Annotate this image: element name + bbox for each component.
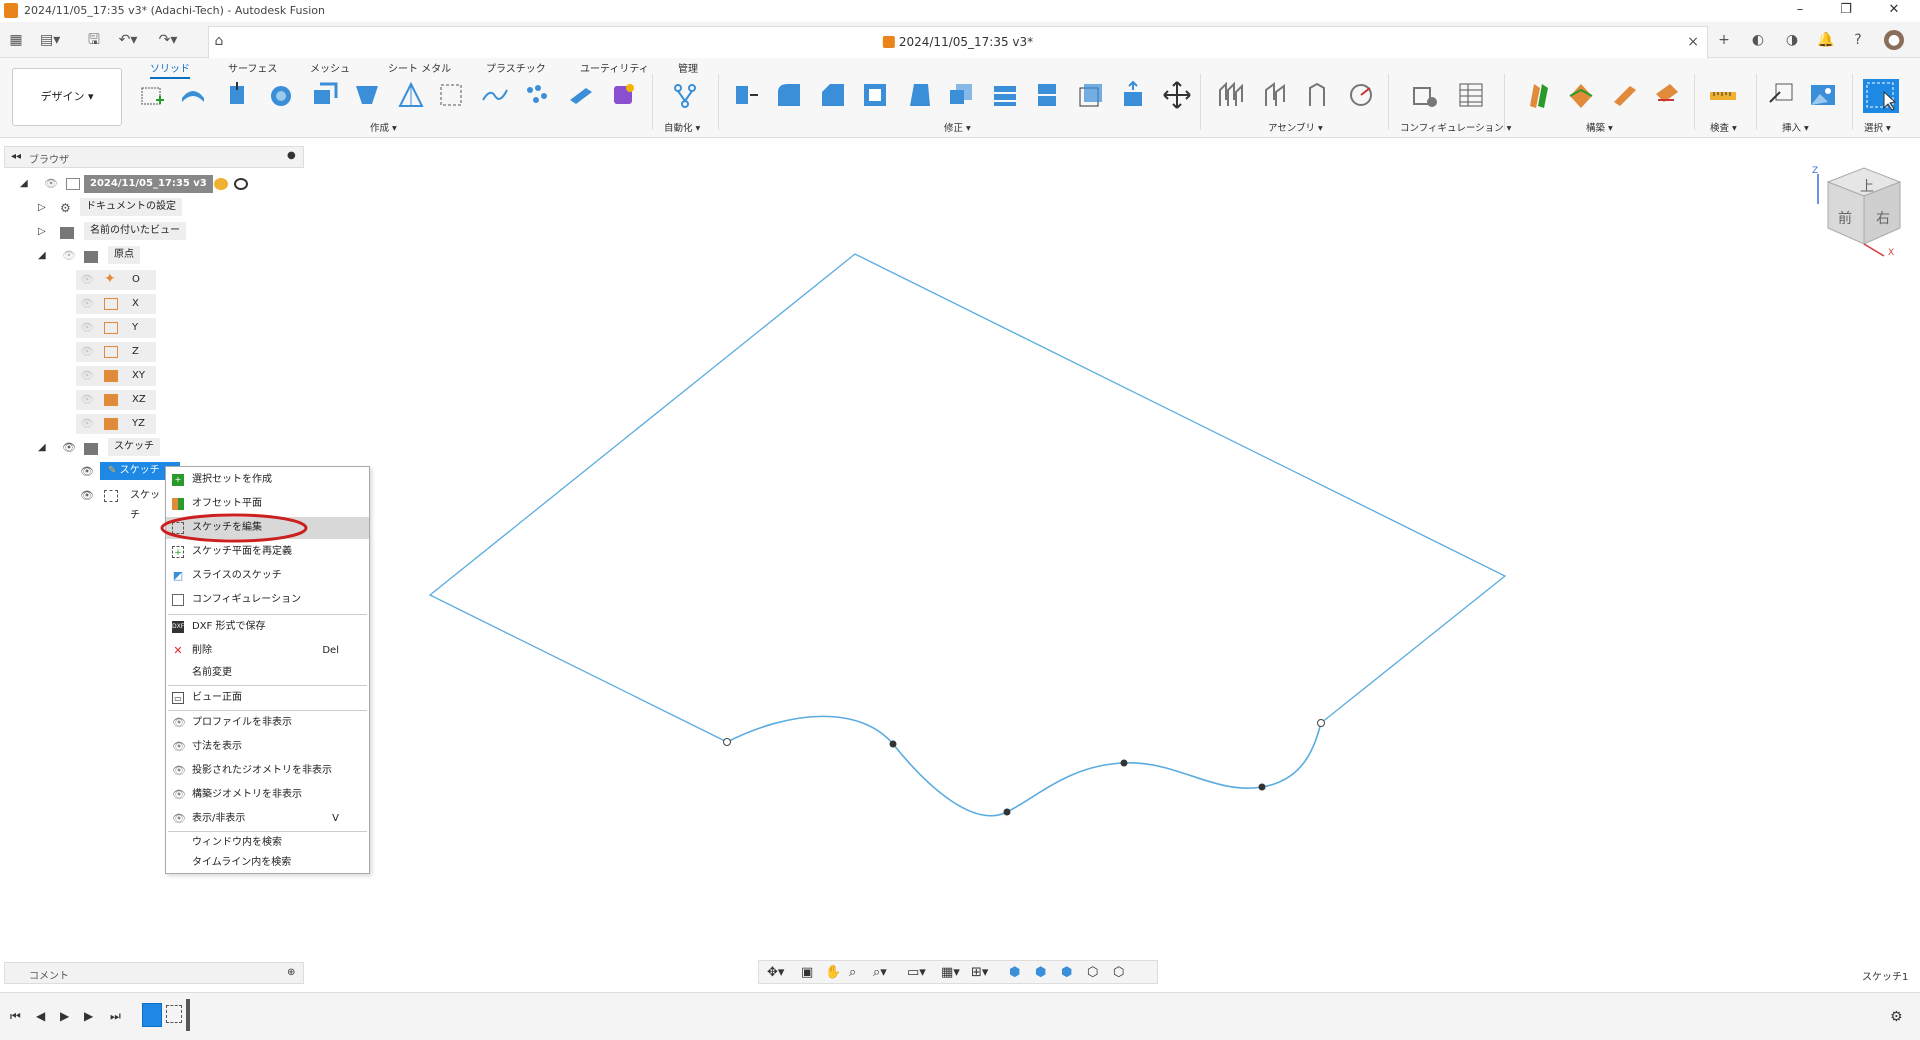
menu-item-create-selection-set[interactable]: + 選択セットを作成 [166, 469, 369, 491]
menu-item-rename[interactable]: 名前変更 [166, 662, 369, 684]
offset-plane-icon [172, 498, 184, 510]
sketch-spline[interactable] [726, 715, 1322, 817]
highlight-ring [160, 513, 308, 543]
menu-item-look-at[interactable]: ▭ ビュー正面 [166, 687, 369, 709]
viewcube-x-label: X [1888, 248, 1895, 258]
eye-icon: 👁 [172, 812, 186, 825]
comment-title: コメント [29, 971, 69, 982]
spline-point[interactable] [1120, 759, 1128, 767]
fit-icon[interactable]: ⌕▾ [873, 965, 887, 980]
viewcube-right-face[interactable]: 右 [1876, 208, 1890, 228]
menu-item-hide-profile[interactable]: 👁 プロファイルを非表示 [166, 712, 369, 734]
redefine-plane-icon: + [172, 546, 184, 558]
shortcut-del: Del [322, 645, 339, 656]
add-comment-icon[interactable]: ⊕ [287, 967, 295, 978]
pan-icon[interactable]: ✋ [825, 965, 841, 980]
menu-item-slice[interactable]: ◩ スライスのスケッチ [166, 565, 369, 587]
zoom-icon[interactable]: ⌕ [849, 965, 856, 980]
display-settings-icon[interactable]: ▭▾ [907, 965, 926, 980]
go-to-end-icon[interactable]: ⏭ [110, 1009, 121, 1024]
orbit-icon[interactable]: ✥▾ [767, 965, 784, 980]
visual-style-shaded-icon[interactable]: ⬢ [1009, 965, 1020, 980]
menu-item-hide-projected[interactable]: 👁 投影されたジオメトリを非表示 [166, 760, 369, 782]
menu-separator [168, 614, 367, 615]
menu-item-delete[interactable]: ✕ 削除 Del [166, 640, 369, 662]
look-at-icon[interactable]: ▣ [801, 965, 813, 980]
look-at-icon: ▭ [172, 692, 184, 704]
viewcube-z-label: Z [1812, 166, 1819, 176]
menu-item-configuration[interactable]: コンフィギュレーション [166, 589, 369, 611]
visual-style-hidden-icon[interactable]: ⬢ [1061, 965, 1072, 980]
slice-icon: ◩ [172, 569, 184, 582]
menu-item-hide-construction[interactable]: 👁 構築ジオメトリを非表示 [166, 784, 369, 806]
spline-point[interactable] [889, 740, 897, 748]
status-active-sketch: スケッチ1 [1862, 972, 1909, 983]
selection-set-icon: + [172, 474, 184, 486]
timeline-settings-gear-icon[interactable]: ⚙ [1890, 1009, 1903, 1025]
config-icon [172, 594, 184, 606]
menu-item-show-dimensions[interactable]: 👁 寸法を表示 [166, 736, 369, 758]
step-back-icon[interactable]: ◀ [36, 1009, 45, 1023]
play-icon[interactable]: ▶ [60, 1009, 69, 1023]
spline-point[interactable] [1258, 783, 1266, 791]
dxf-icon: DXF [172, 621, 184, 633]
menu-separator [168, 710, 367, 711]
menu-separator [168, 685, 367, 686]
spline-endpoint[interactable] [1317, 719, 1325, 727]
delete-icon: ✕ [173, 644, 183, 657]
menu-item-find-in-timeline[interactable]: タイムライン内を検索 [166, 852, 369, 874]
viewcube-front-face[interactable]: 前 [1838, 208, 1852, 228]
sketch-outline[interactable] [428, 253, 1507, 743]
viewcube-top-face[interactable]: 上 [1860, 176, 1874, 196]
viewcube[interactable]: Z 上 前 右 X [1808, 160, 1912, 264]
go-to-start-icon[interactable]: ⏮ [10, 1009, 21, 1024]
timeline: ⏮ ◀ ▶ ▶ ⏭ ⚙ [0, 992, 1920, 1040]
eye-icon: 👁 [172, 788, 186, 801]
viewports-icon[interactable]: ⊞▾ [971, 965, 988, 980]
timeline-marker[interactable] [186, 999, 190, 1031]
menu-item-save-dxf[interactable]: DXF DXF 形式で保存 [166, 616, 369, 638]
menu-item-show-hide[interactable]: 👁 表示/非表示 V [166, 808, 369, 830]
step-forward-icon[interactable]: ▶ [84, 1009, 93, 1023]
timeline-sketch1-feature[interactable] [142, 1003, 162, 1027]
shortcut-v: V [332, 813, 339, 824]
timeline-sketch2-feature[interactable] [166, 1005, 182, 1023]
wireframe-icon[interactable]: ⬡ [1087, 965, 1098, 980]
comment-panel-header[interactable]: コメント ⊕ [4, 962, 304, 984]
navigation-bar: ✥▾ ▣ ✋ ⌕ ⌕▾ ▭▾ ▦▾ ⊞▾ ⬢ ⬢ ⬢ ⬡ ⬡ [758, 960, 1158, 984]
spline-point[interactable] [1003, 808, 1011, 816]
menu-item-find-in-window[interactable]: ウィンドウ内を検索 [166, 832, 369, 854]
wireframe-hidden-icon[interactable]: ⬡ [1113, 965, 1124, 980]
eye-icon: 👁 [172, 716, 186, 729]
eye-icon: 👁 [172, 764, 186, 777]
grid-icon[interactable]: ▦▾ [941, 965, 960, 980]
spline-endpoint[interactable] [723, 738, 731, 746]
visual-style-edges-icon[interactable]: ⬢ [1035, 965, 1046, 980]
eye-icon: 👁 [172, 740, 186, 753]
